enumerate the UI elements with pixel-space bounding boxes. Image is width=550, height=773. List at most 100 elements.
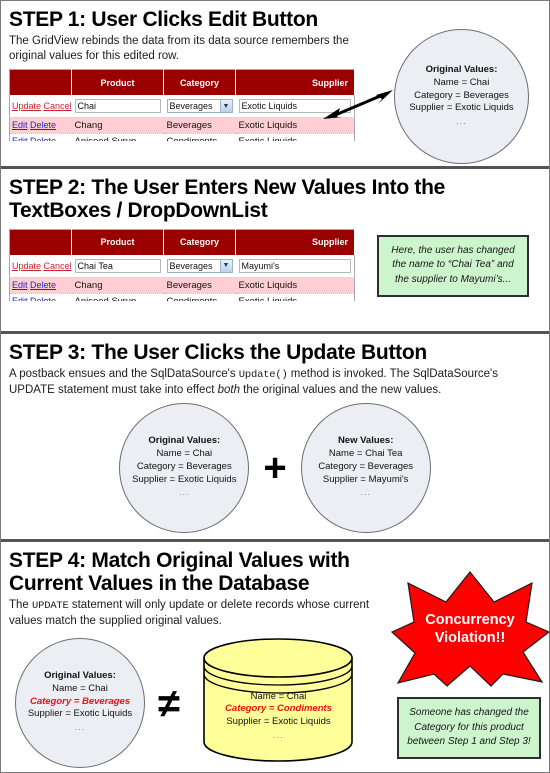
bubble-line-1: Name = Chai Tea <box>328 448 403 460</box>
star-label: Concurrency Violation!! <box>390 570 549 688</box>
header-category: Category <box>163 69 236 96</box>
cancel-link[interactable]: Cancel <box>44 261 72 271</box>
bubble-ellipsis: ... <box>360 487 371 498</box>
edit-row-supplier-cell: Mayumi's <box>235 255 355 278</box>
step-4-note-line-3: between Step 1 and Step 3! <box>407 735 531 747</box>
step-4-desc-a: The <box>9 598 33 611</box>
edit-link[interactable]: Edit <box>12 136 28 141</box>
db-ellipsis: ... <box>273 730 284 741</box>
step-1-desc-line-1: The GridView rebinds the data from its d… <box>9 34 349 47</box>
edit-row-category-cell: Beverages ▼ <box>163 255 236 278</box>
bubble-heading: Original Values: <box>148 435 221 447</box>
step-4-title-line-1: STEP 4: Match Original Values with <box>9 548 350 572</box>
bubble-line-3: Supplier = Exotic Liquids <box>27 708 133 720</box>
row-category: Condiments <box>163 133 236 141</box>
double-arrow-icon <box>323 90 393 119</box>
not-equal-operator-icon: ≠ <box>158 681 180 726</box>
step-2-note: Here, the user has changed the name to “… <box>377 234 529 297</box>
plus-operator-icon: + <box>263 445 287 490</box>
product-textbox[interactable]: Chai <box>74 99 161 114</box>
row-commands: Edit Delete <box>9 133 72 141</box>
delete-link[interactable]: Delete <box>30 296 56 301</box>
product-textbox[interactable]: Chai Tea <box>74 258 161 273</box>
step-3-desc-code: Update() <box>238 368 288 381</box>
edit-row-category-cell: Beverages ▼ <box>163 95 236 118</box>
step-3-new-values-bubble: New Values: Name = Chai Tea Category = B… <box>300 402 431 533</box>
step-2-note-line-2: the name to “Chai Tea” and <box>392 259 514 271</box>
step-1-title: STEP 1: User Clicks Edit Button <box>9 8 318 31</box>
gridview-header-row: Product Category Supplier <box>9 69 355 96</box>
step-2-note-line-1: Here, the user has changed <box>391 245 515 257</box>
step-1-gridview: Product Category Supplier Update Cancel … <box>9 68 355 141</box>
step-4-database-cylinder: Name = Chai Category = Condiments Suppli… <box>201 636 356 762</box>
bubble-line-2-highlight: Category = Beverages <box>29 695 131 707</box>
gridview-edit-row: Update Cancel Chai Tea Beverages ▼ Mayum… <box>9 255 355 278</box>
step-4-original-values-bubble: Original Values: Name = Chai Category = … <box>15 637 145 768</box>
step-4-desc-code: UPDATE <box>32 599 69 612</box>
db-line-2-highlight: Category = Condiments <box>225 703 332 715</box>
step-4-title-line-2: Current Values in the Database <box>9 572 310 596</box>
row-commands: Edit Delete <box>9 277 72 294</box>
table-row: Edit Delete Aniseed Syrup Condiments Exo… <box>9 133 355 141</box>
row-supplier: Exotic Liquids <box>235 133 355 141</box>
header-command <box>9 229 72 256</box>
row-commands: Edit Delete <box>9 117 72 134</box>
update-link[interactable]: Update <box>12 261 41 271</box>
bubble-line-2: Category = Beverages <box>136 460 232 472</box>
header-category: Category <box>163 229 236 256</box>
database-record-values: Name = Chai Category = Condiments Suppli… <box>201 691 356 743</box>
step-4-note-line-2: Category for this product <box>414 721 524 733</box>
db-line-1: Name = Chai <box>250 690 307 702</box>
header-supplier: Supplier <box>235 229 355 256</box>
step-4-note: Someone has changed the Category for thi… <box>397 696 541 759</box>
cancel-link[interactable]: Cancel <box>44 101 72 111</box>
step-3-desc-c: the original values and the new values. <box>239 383 442 396</box>
step-4-description: The UPDATE statement will only update or… <box>9 598 389 629</box>
bubble-line-2: Category = Beverages <box>414 89 509 101</box>
gridview-header-row: Product Category Supplier <box>9 229 355 256</box>
step-2-title: STEP 2: The User Enters New Values Into … <box>9 176 541 223</box>
concurrency-violation-star: Concurrency Violation!! <box>390 570 549 688</box>
infographic-page: STEP 1: User Clicks Edit Button The Grid… <box>0 0 550 773</box>
row-product: Chang <box>71 117 164 134</box>
delete-link[interactable]: Delete <box>30 280 56 290</box>
gridview-edit-row: Update Cancel Chai Beverages ▼ Exotic Li… <box>9 95 355 118</box>
edit-row-commands: Update Cancel <box>9 95 72 118</box>
step-4-note-line-1: Someone has changed the <box>409 707 529 719</box>
header-product: Product <box>71 229 164 256</box>
star-line-1: Concurrency <box>425 611 515 628</box>
edit-link[interactable]: Edit <box>12 296 28 301</box>
row-supplier: Exotic Liquids <box>235 277 355 294</box>
category-dropdownlist[interactable]: Beverages ▼ <box>166 258 233 273</box>
chevron-down-icon: ▼ <box>219 100 232 113</box>
update-link[interactable]: Update <box>12 101 41 111</box>
step-1-desc-line-2: original values for this edited row. <box>9 49 180 62</box>
bubble-line-3: Supplier = Mayumi's <box>322 473 409 485</box>
step-1-original-values-bubble: Original Values: Name = Chai Category = … <box>394 29 529 164</box>
row-supplier: Exotic Liquids <box>235 293 355 301</box>
bubble-heading: Original Values: <box>44 670 116 682</box>
edit-row-product-cell: Chai Tea <box>71 255 164 278</box>
row-product: Aniseed Syrup <box>71 133 164 141</box>
bubble-line-1: Name = Chai <box>52 683 108 695</box>
row-product: Aniseed Syrup <box>71 293 164 301</box>
step-3-desc-em: both <box>217 383 240 396</box>
header-command <box>9 69 72 96</box>
db-line-3: Supplier = Exotic Liquids <box>226 716 331 728</box>
step-3-diagram: Original Values: Name = Chai Category = … <box>9 402 541 533</box>
edit-row-product-cell: Chai <box>71 95 164 118</box>
delete-link[interactable]: Delete <box>30 136 56 141</box>
star-line-2: Violation!! <box>434 629 506 646</box>
edit-link[interactable]: Edit <box>12 120 28 130</box>
category-dropdownlist[interactable]: Beverages ▼ <box>166 99 233 114</box>
delete-link[interactable]: Delete <box>30 120 56 130</box>
header-product: Product <box>71 69 164 96</box>
category-dropdownlist-value: Beverages <box>169 260 213 271</box>
supplier-textbox[interactable]: Mayumi's <box>238 258 351 273</box>
edit-link[interactable]: Edit <box>12 280 28 290</box>
step-3-title: STEP 3: The User Clicks the Update Butto… <box>9 341 427 365</box>
table-row: Edit Delete Chang Beverages Exotic Liqui… <box>9 117 355 134</box>
step-2-title-line-2: TextBoxes / DropDownList <box>9 199 268 223</box>
step-3-panel: STEP 3: The User Clicks the Update Butto… <box>1 334 549 542</box>
bubble-line-1: Name = Chai <box>433 76 490 88</box>
